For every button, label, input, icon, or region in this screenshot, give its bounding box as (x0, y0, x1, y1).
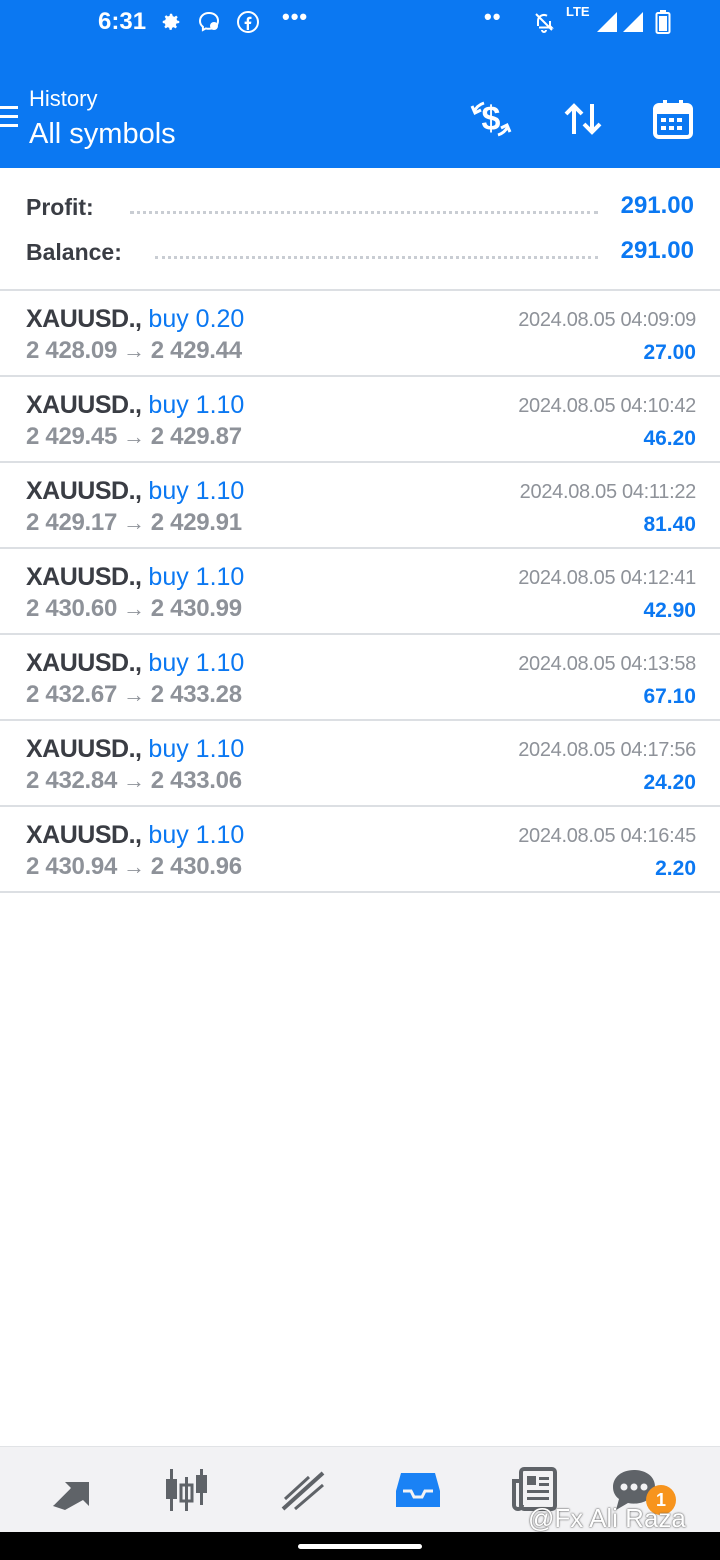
signal-icon (620, 9, 646, 35)
home-gesture-handle[interactable] (298, 1544, 422, 1549)
status-bar: 6:31 ••• •• LTE (0, 0, 720, 44)
more-dots-icon: ••• (282, 4, 309, 29)
deal-time: 2024.08.05 04:11:22 (519, 481, 697, 503)
arrow-icon: → (123, 768, 145, 793)
deal-type: buy 1.10 (148, 649, 245, 677)
symbol-filter[interactable]: All symbols (29, 118, 176, 151)
gesture-bar (0, 1532, 720, 1560)
deal-open-price: 2 429.17 (26, 509, 118, 536)
profit-value: 291.00 (620, 192, 694, 219)
deal-symbol: XAUUSD., (26, 477, 142, 505)
deal-row[interactable]: XAUUSD., buy 1.10 2 432.84 → 2 433.06 2024… (0, 721, 720, 807)
deal-profit: 27.00 (643, 341, 696, 364)
deal-type: buy 1.10 (148, 477, 245, 505)
bottom-nav: 1 @Fx Ali Raza (0, 1446, 720, 1533)
svg-text:$: $ (482, 100, 501, 138)
messenger-icon (196, 9, 222, 35)
deal-profit: 46.20 (643, 427, 696, 450)
balance-value: 291.00 (620, 237, 694, 264)
deal-time: 2024.08.05 04:17:56 (518, 739, 696, 761)
app-bar: History All symbols $ (0, 44, 720, 168)
deal-time: 2024.08.05 04:12:41 (518, 567, 696, 589)
deal-profit: 42.90 (643, 599, 696, 622)
lte-label: LTE (566, 4, 590, 19)
deal-time: 2024.08.05 04:10:42 (518, 395, 696, 417)
trade-icon[interactable] (274, 1463, 330, 1517)
deal-close-price: 2 433.28 (150, 681, 242, 708)
gear-icon (158, 9, 184, 35)
arrow-icon: → (123, 424, 145, 449)
balance-row: Balance: 291.00 (0, 233, 720, 273)
deal-symbol: XAUUSD., (26, 391, 142, 419)
dual-dot-icon: •• (484, 4, 502, 29)
chart-candles-icon[interactable] (158, 1463, 214, 1517)
deal-close-price: 2 430.96 (150, 853, 242, 880)
deal-time: 2024.08.05 04:13:58 (518, 653, 696, 675)
page-title: History (29, 86, 98, 111)
status-time: 6:31 (98, 8, 147, 35)
arrow-icon: → (123, 596, 145, 621)
deal-symbol: XAUUSD., (26, 305, 142, 333)
deal-close-price: 2 429.91 (150, 509, 242, 536)
sort-icon[interactable] (558, 96, 608, 142)
deal-profit: 67.10 (643, 685, 696, 708)
deal-type: buy 1.10 (148, 563, 245, 591)
deal-open-price: 2 430.60 (26, 595, 118, 622)
deal-row[interactable]: XAUUSD., buy 1.10 2 432.67 → 2 433.28 2024… (0, 635, 720, 721)
arrow-icon: → (123, 338, 145, 363)
arrow-icon: → (123, 682, 145, 707)
deal-type: buy 1.10 (148, 735, 245, 763)
deal-symbol: XAUUSD., (26, 821, 142, 849)
menu-icon[interactable] (0, 106, 20, 128)
calendar-icon[interactable] (648, 96, 698, 142)
profit-row: Profit: 291.00 (0, 188, 720, 228)
deal-type: buy 0.20 (148, 305, 245, 333)
watermark: @Fx Ali Raza (528, 1503, 686, 1533)
deal-symbol: XAUUSD., (26, 649, 142, 677)
facebook-icon (235, 9, 261, 35)
deal-open-price: 2 432.67 (26, 681, 118, 708)
dotted-leader (130, 210, 598, 214)
deal-row[interactable]: XAUUSD., buy 1.10 2 429.45 → 2 429.87 2024… (0, 377, 720, 463)
deal-open-price: 2 432.84 (26, 767, 118, 794)
deal-row[interactable]: XAUUSD., buy 1.10 2 430.94 → 2 430.96 2024… (0, 807, 720, 893)
deal-type: buy 1.10 (148, 821, 245, 849)
balance-label: Balance: (26, 239, 122, 265)
deal-close-price: 2 433.06 (150, 767, 242, 794)
deal-profit: 81.40 (643, 513, 696, 536)
deal-close-price: 2 430.99 (150, 595, 242, 622)
deal-row[interactable]: XAUUSD., buy 1.10 2 429.17 → 2 429.91 2024… (0, 463, 720, 549)
arrow-icon: → (123, 510, 145, 535)
deal-close-price: 2 429.44 (150, 337, 242, 364)
deal-profit: 2.20 (655, 857, 696, 880)
deal-row[interactable]: XAUUSD., buy 1.10 2 430.60 → 2 430.99 2024… (0, 549, 720, 635)
dotted-leader (155, 255, 598, 259)
deal-row[interactable]: XAUUSD., buy 0.20 2 428.09 → 2 429.44 2024… (0, 291, 720, 377)
signal-icon (594, 9, 620, 35)
deal-close-price: 2 429.87 (150, 423, 242, 450)
deposit-dollar-icon[interactable]: $ (466, 96, 516, 142)
deal-open-price: 2 428.09 (26, 337, 118, 364)
profit-label: Profit: (26, 194, 94, 220)
mute-bell-icon (531, 9, 557, 35)
deal-open-price: 2 429.45 (26, 423, 118, 450)
battery-icon (650, 9, 676, 35)
quotes-icon[interactable] (44, 1463, 100, 1517)
deal-type: buy 1.10 (148, 391, 245, 419)
deal-time: 2024.08.05 04:16:45 (518, 825, 696, 847)
deal-open-price: 2 430.94 (26, 853, 118, 880)
history-inbox-icon[interactable] (390, 1463, 446, 1517)
arrow-icon: → (123, 854, 145, 879)
deal-time: 2024.08.05 04:09:09 (518, 309, 696, 331)
deal-symbol: XAUUSD., (26, 735, 142, 763)
deal-profit: 24.20 (643, 771, 696, 794)
deal-symbol: XAUUSD., (26, 563, 142, 591)
